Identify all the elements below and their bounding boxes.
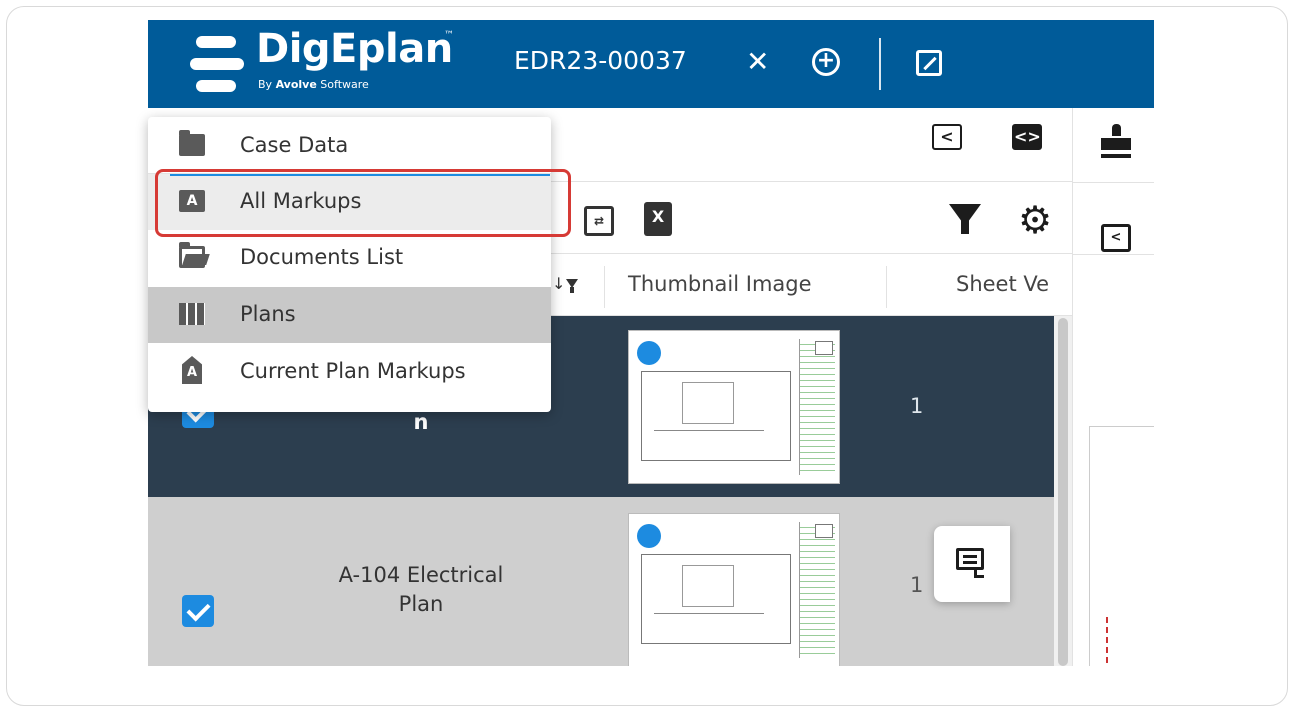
- rail-divider: [1073, 182, 1154, 183]
- menu-item-label: All Markups: [240, 189, 362, 213]
- collapse-panel-icon[interactable]: <: [1101, 224, 1131, 252]
- row-sheet-name: A-104 Electrical Plan: [338, 563, 504, 616]
- status-dot-icon: [637, 524, 661, 548]
- digeplan-logo-icon: [190, 34, 244, 94]
- menu-item-current-plan-markups[interactable]: A Current Plan Markups: [148, 344, 551, 400]
- expand-code-icon[interactable]: <>: [1012, 124, 1042, 150]
- sheet-version-value: 1: [910, 573, 924, 597]
- pencil-markup-icon: A: [182, 356, 202, 384]
- row-sheet-name: n: [413, 410, 429, 434]
- thumbnail-logo: [815, 341, 833, 355]
- column-sheet-version[interactable]: Sheet Ve: [956, 272, 1049, 296]
- table-scrollbar-thumb[interactable]: [1058, 318, 1068, 666]
- column-separator: [604, 266, 605, 308]
- column-filter-icon[interactable]: [566, 279, 578, 293]
- sort-icon[interactable]: ↓: [552, 274, 565, 293]
- close-case-icon[interactable]: ✕: [746, 48, 769, 76]
- menu-item-all-markups[interactable]: A All Markups: [148, 174, 551, 230]
- folder-icon: [179, 130, 205, 156]
- column-separator: [886, 266, 887, 308]
- app-header: DigEplan ™ By Avolve Software EDR23-0003…: [148, 20, 1154, 108]
- plan-preview[interactable]: [1089, 426, 1154, 666]
- brand-byline: By Avolve Software: [258, 78, 369, 91]
- thumbnail-title-block: [799, 339, 835, 475]
- brand-name: DigEplan: [256, 26, 453, 72]
- preview-markup-line: [1106, 617, 1108, 666]
- header-divider: [879, 38, 881, 90]
- menu-item-label: Current Plan Markups: [240, 359, 466, 383]
- chat-icon: [956, 548, 984, 570]
- map-icon: [179, 303, 205, 325]
- thumbnail-drawing: [641, 554, 791, 644]
- sheet-version-value: 1: [910, 394, 924, 418]
- menu-item-case-data[interactable]: Case Data: [148, 118, 551, 174]
- chat-icon-tail: [974, 570, 984, 578]
- filter-icon-stem: [961, 220, 969, 234]
- menu-focus-accent: [170, 174, 550, 176]
- thumbnail-logo: [815, 524, 833, 538]
- table-row[interactable]: A-104 Electrical Plan 1: [148, 497, 1054, 666]
- menu-item-label: Plans: [240, 302, 296, 326]
- collapse-left-icon[interactable]: <: [932, 124, 962, 150]
- thumbnail-drawing: [641, 371, 791, 461]
- rail-divider: [1073, 254, 1154, 255]
- gear-icon[interactable]: ⚙: [1018, 201, 1052, 239]
- add-case-icon[interactable]: +: [812, 48, 840, 76]
- chat-button[interactable]: [934, 526, 1010, 602]
- pop-out-icon[interactable]: [916, 50, 942, 76]
- row-checkbox[interactable]: [182, 595, 214, 627]
- markup-icon: A: [179, 190, 205, 212]
- plan-thumbnail[interactable]: [628, 330, 840, 484]
- status-dot-icon: [637, 341, 661, 365]
- right-rail: <: [1072, 108, 1154, 666]
- menu-item-label: Case Data: [240, 133, 349, 157]
- trademark-mark: ™: [444, 30, 454, 41]
- plan-thumbnail[interactable]: [628, 513, 840, 666]
- menu-item-label: Documents List: [240, 245, 404, 269]
- view-switch-menu: Case Data A All Markups Documents List P…: [148, 117, 551, 412]
- menu-item-plans[interactable]: Plans: [148, 287, 551, 343]
- case-id: EDR23-00037: [514, 46, 687, 75]
- compare-icon[interactable]: ⇄: [584, 206, 614, 236]
- folder-open-icon: [179, 242, 205, 268]
- menu-item-documents-list[interactable]: Documents List: [148, 230, 551, 286]
- thumbnail-title-block: [799, 522, 835, 658]
- column-thumbnail-image[interactable]: Thumbnail Image: [628, 272, 812, 296]
- stamp-icon[interactable]: [1101, 124, 1131, 160]
- excel-export-icon[interactable]: X: [644, 202, 672, 236]
